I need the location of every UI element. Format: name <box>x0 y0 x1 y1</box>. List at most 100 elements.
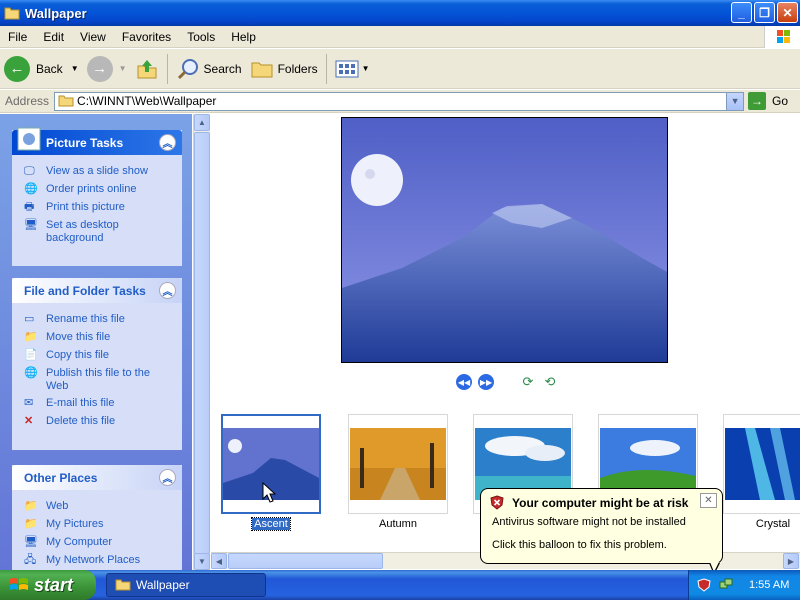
place-my-network-places[interactable]: 🖧 My Network Places <box>24 554 174 568</box>
taskbar-window-wallpaper[interactable]: Wallpaper <box>106 573 266 597</box>
viewer-controls: ◀◀ ▶▶ ⟳ ⟲ <box>456 374 558 390</box>
taskbar-item-label: Wallpaper <box>136 578 190 592</box>
go-button[interactable]: → Go <box>748 92 788 110</box>
maximize-button[interactable]: ❐ <box>754 2 775 23</box>
picture-tasks-header[interactable]: Picture Tasks ︽ <box>12 127 182 155</box>
windows-flag-icon <box>10 578 28 590</box>
menu-file[interactable]: File <box>0 30 35 44</box>
task-copy-file[interactable]: 📄 Copy this file <box>24 349 174 363</box>
security-balloon[interactable]: Your computer might be at risk ✕ Antivir… <box>480 488 723 564</box>
menu-favorites[interactable]: Favorites <box>114 30 179 44</box>
taskbar: start Wallpaper 1:55 AM <box>0 570 800 600</box>
mouse-cursor-icon <box>262 482 276 503</box>
task-label: Print this picture <box>46 201 125 213</box>
address-input[interactable]: C:\WINNT\Web\Wallpaper ▼ <box>54 91 745 111</box>
task-label: View as a slide show <box>46 165 148 177</box>
place-web[interactable]: 📁 Web <box>24 500 174 514</box>
up-folder-button[interactable] <box>131 52 163 86</box>
task-order-prints[interactable]: 🌐 Order prints online <box>24 183 174 197</box>
balloon-title: Your computer might be at risk <box>512 495 689 510</box>
publish-web-icon: 🌐 <box>24 367 38 379</box>
task-rename-file[interactable]: ▭ Rename this file <box>24 313 174 327</box>
preview-image <box>341 117 668 363</box>
scroll-down-button[interactable]: ▼ <box>194 553 210 570</box>
next-image-icon[interactable]: ▶▶ <box>478 374 494 390</box>
task-email-file[interactable]: ✉ E-mail this file <box>24 397 174 411</box>
scroll-left-button[interactable]: ◀ <box>211 553 227 569</box>
task-publish-web[interactable]: 🌐 Publish this file to the Web <box>24 367 174 393</box>
task-label: Move this file <box>46 331 111 343</box>
collapse-chevron-icon[interactable]: ︽ <box>159 134 176 151</box>
folder-icon <box>115 579 131 591</box>
place-my-computer[interactable]: 🖥 My Computer <box>24 536 174 550</box>
copy-icon: 📄 <box>24 349 38 361</box>
back-button[interactable]: ← Back ▼ <box>0 52 83 86</box>
task-label: Copy this file <box>46 349 109 361</box>
windows-logo-icon <box>764 26 800 48</box>
back-arrow-icon: ← <box>4 55 30 82</box>
scroll-thumb[interactable] <box>228 553 383 569</box>
menu-tools[interactable]: Tools <box>179 30 223 44</box>
back-dropdown-icon[interactable]: ▼ <box>71 64 79 73</box>
forward-arrow-icon: → <box>86 55 113 82</box>
search-button[interactable]: Search <box>172 52 246 86</box>
task-move-file[interactable]: 📁 Move this file <box>24 331 174 345</box>
network-icon: 🖧 <box>24 554 37 566</box>
collapse-chevron-icon[interactable]: ︽ <box>159 469 176 486</box>
other-places-header[interactable]: Other Places ︽ <box>12 465 182 490</box>
views-icon <box>335 60 359 77</box>
address-bar: Address C:\WINNT\Web\Wallpaper ▼ → Go <box>0 90 800 113</box>
balloon-action[interactable]: Click this balloon to fix this problem. <box>492 539 713 551</box>
close-button[interactable]: ✕ <box>777 2 798 23</box>
rotate-counterclockwise-icon[interactable]: ⟲ <box>542 374 558 390</box>
task-pane: Picture Tasks ︽ 🖵 View as a slide show 🌐 O… <box>0 114 192 570</box>
menu-bar: File Edit View Favorites Tools Help <box>0 26 800 48</box>
balloon-close-button[interactable]: ✕ <box>700 493 717 508</box>
collapse-chevron-icon[interactable]: ︽ <box>159 282 176 299</box>
place-my-pictures[interactable]: 📁 My Pictures <box>24 518 174 532</box>
toolbar-separator <box>166 53 168 84</box>
start-button[interactable]: start <box>0 570 96 600</box>
system-clock[interactable]: 1:55 AM <box>749 579 789 591</box>
delete-icon: ✕ <box>24 415 34 427</box>
security-shield-icon <box>490 495 504 510</box>
network-icon[interactable] <box>719 578 733 592</box>
task-print-picture[interactable]: 🖶 Print this picture <box>24 201 174 215</box>
other-places-panel: Other Places ︽ 📁 Web 📁 My Pictures 🖥 My Com… <box>12 465 182 570</box>
scroll-up-button[interactable]: ▲ <box>194 114 210 131</box>
views-button[interactable]: ▼ <box>331 52 374 86</box>
slideshow-icon: 🖵 <box>24 165 35 177</box>
title-bar[interactable]: Wallpaper _ ❐ ✕ <box>0 0 800 26</box>
start-label: start <box>34 574 74 595</box>
address-dropdown-icon[interactable]: ▼ <box>726 92 744 110</box>
task-delete-file[interactable]: ✕ Delete this file <box>24 415 174 429</box>
thumbnail-crystal[interactable] <box>723 414 800 514</box>
up-folder-icon <box>137 59 157 78</box>
security-alert-icon[interactable] <box>697 578 711 592</box>
menu-help[interactable]: Help <box>223 30 264 44</box>
rotate-clockwise-icon[interactable]: ⟳ <box>520 374 536 390</box>
menu-view[interactable]: View <box>72 30 114 44</box>
back-label: Back <box>36 61 63 76</box>
move-icon: 📁 <box>24 331 38 343</box>
thumbnail-autumn[interactable] <box>348 414 448 514</box>
task-pane-scrollbar[interactable]: ▲ ▼ <box>193 114 210 570</box>
forward-button[interactable]: → ▼ <box>83 52 131 86</box>
scroll-thumb[interactable] <box>194 132 210 554</box>
menu-edit[interactable]: Edit <box>35 30 72 44</box>
printer-icon: 🖶 <box>24 201 35 213</box>
task-slide-show[interactable]: 🖵 View as a slide show <box>24 165 174 179</box>
minimize-button[interactable]: _ <box>731 2 752 23</box>
task-set-desktop-background[interactable]: 🖥 Set as desktop background <box>24 219 174 245</box>
go-arrow-icon: → <box>748 92 767 110</box>
email-icon: ✉ <box>24 397 34 409</box>
scroll-right-button[interactable]: ▶ <box>783 553 799 569</box>
toolbar: ← Back ▼ → ▼ Search Folders ▼ <box>0 49 800 89</box>
file-tasks-header[interactable]: File and Folder Tasks ︽ <box>12 278 182 303</box>
toolbar-separator <box>325 53 327 84</box>
other-places-title: Other Places <box>24 470 98 485</box>
forward-dropdown-icon[interactable]: ▼ <box>119 64 127 73</box>
previous-image-icon[interactable]: ◀◀ <box>456 374 472 390</box>
picture-tasks-icon <box>17 127 41 150</box>
folders-button[interactable]: Folders <box>246 52 322 86</box>
